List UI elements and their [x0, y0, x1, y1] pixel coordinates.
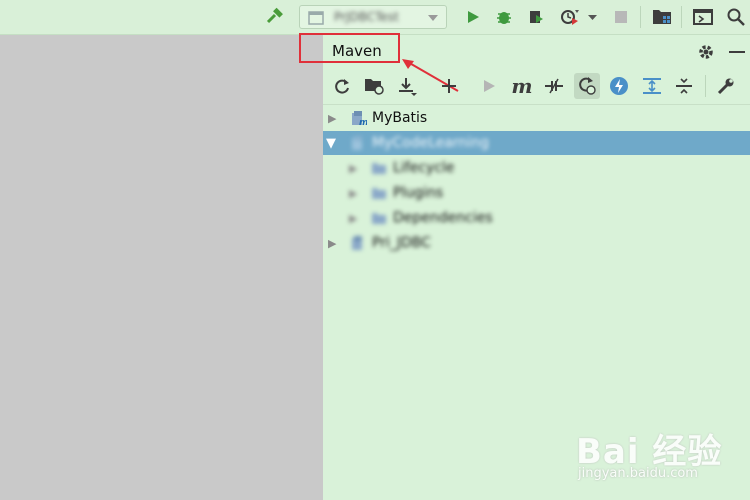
- expand-arrow-icon[interactable]: ▶: [328, 237, 336, 250]
- maven-module-icon: [352, 136, 362, 150]
- maven-module-icon: m: [352, 111, 367, 126]
- skip-tests-icon[interactable]: [574, 73, 600, 99]
- collapse-arrow-icon[interactable]: ▼: [326, 136, 336, 151]
- reload-icon[interactable]: [329, 73, 355, 99]
- hide-panel-icon[interactable]: [726, 41, 748, 63]
- toggle-offline-icon[interactable]: [541, 73, 567, 99]
- collapse-all-icon[interactable]: [639, 73, 665, 99]
- separator: [640, 6, 641, 28]
- folder-icon: [372, 163, 386, 174]
- tree-item-label: Plugins: [393, 185, 444, 201]
- run-icon[interactable]: [460, 4, 486, 30]
- tree-item-dependencies[interactable]: ▶ Dependencies: [323, 206, 750, 230]
- add-icon[interactable]: [436, 73, 462, 99]
- settings-wrench-icon[interactable]: [713, 73, 739, 99]
- chevron-down-icon[interactable]: [588, 15, 597, 20]
- separator: [681, 6, 682, 28]
- run-configuration-select[interactable]: PrJDBCTest: [299, 5, 447, 29]
- expand-arrow-icon[interactable]: ▶: [349, 162, 357, 175]
- tree-item-label: MyBatis: [372, 110, 428, 126]
- download-icon[interactable]: [394, 73, 420, 99]
- expand-arrow-icon[interactable]: ▶: [349, 187, 357, 200]
- expand-arrow-icon[interactable]: ▶: [328, 112, 336, 125]
- tree-item-label: Lifecycle: [393, 160, 455, 176]
- project-structure-icon[interactable]: [649, 4, 675, 30]
- gear-icon[interactable]: [695, 41, 717, 63]
- baidu-jingyan-watermark: Bai 经验 jingyan.baidu.com: [574, 420, 744, 490]
- main-toolbar: PrJDBCTest: [0, 0, 750, 35]
- show-dependencies-icon[interactable]: [606, 73, 632, 99]
- tree-item-mycodelearning[interactable]: ▼ MyCodeLearning: [323, 131, 750, 155]
- run-config-label: PrJDBCTest: [334, 10, 399, 24]
- maven-panel-header: Maven: [299, 33, 750, 68]
- execute-goal-icon[interactable]: m: [509, 73, 535, 99]
- watermark-url: jingyan.baidu.com: [578, 466, 698, 481]
- maven-module-icon: [352, 236, 362, 250]
- presentation-icon[interactable]: [690, 4, 716, 30]
- tree-item-label: Dependencies: [393, 210, 493, 226]
- tree-item-label: MyCodeLearning: [372, 135, 489, 151]
- tree-item-pri-jdbc[interactable]: ▶ Pri_JDBC: [323, 231, 750, 255]
- search-icon[interactable]: [723, 4, 749, 30]
- stop-icon[interactable]: [608, 4, 634, 30]
- svg-text:m: m: [359, 118, 367, 126]
- maven-panel-title: Maven: [332, 42, 382, 60]
- hammer-icon[interactable]: [262, 4, 288, 30]
- profile-icon[interactable]: [557, 4, 583, 30]
- folder-icon: [372, 188, 386, 199]
- expand-arrow-icon[interactable]: ▶: [349, 212, 357, 225]
- editor-area: [0, 35, 323, 500]
- debug-icon[interactable]: [491, 4, 517, 30]
- folder-icon: [372, 213, 386, 224]
- chevron-down-icon: [428, 15, 438, 21]
- tree-item-lifecycle[interactable]: ▶ Lifecycle: [323, 156, 750, 180]
- expand-all-icon[interactable]: [671, 73, 697, 99]
- maven-toolbar: m: [323, 69, 750, 105]
- tree-item-mybatis[interactable]: ▶ m MyBatis: [323, 106, 750, 130]
- generate-sources-icon[interactable]: [361, 73, 387, 99]
- coverage-icon[interactable]: [523, 4, 549, 30]
- separator: [705, 75, 706, 97]
- tree-item-label: Pri_JDBC: [372, 235, 431, 251]
- run-icon[interactable]: [476, 73, 502, 99]
- tree-item-plugins[interactable]: ▶ Plugins: [323, 181, 750, 205]
